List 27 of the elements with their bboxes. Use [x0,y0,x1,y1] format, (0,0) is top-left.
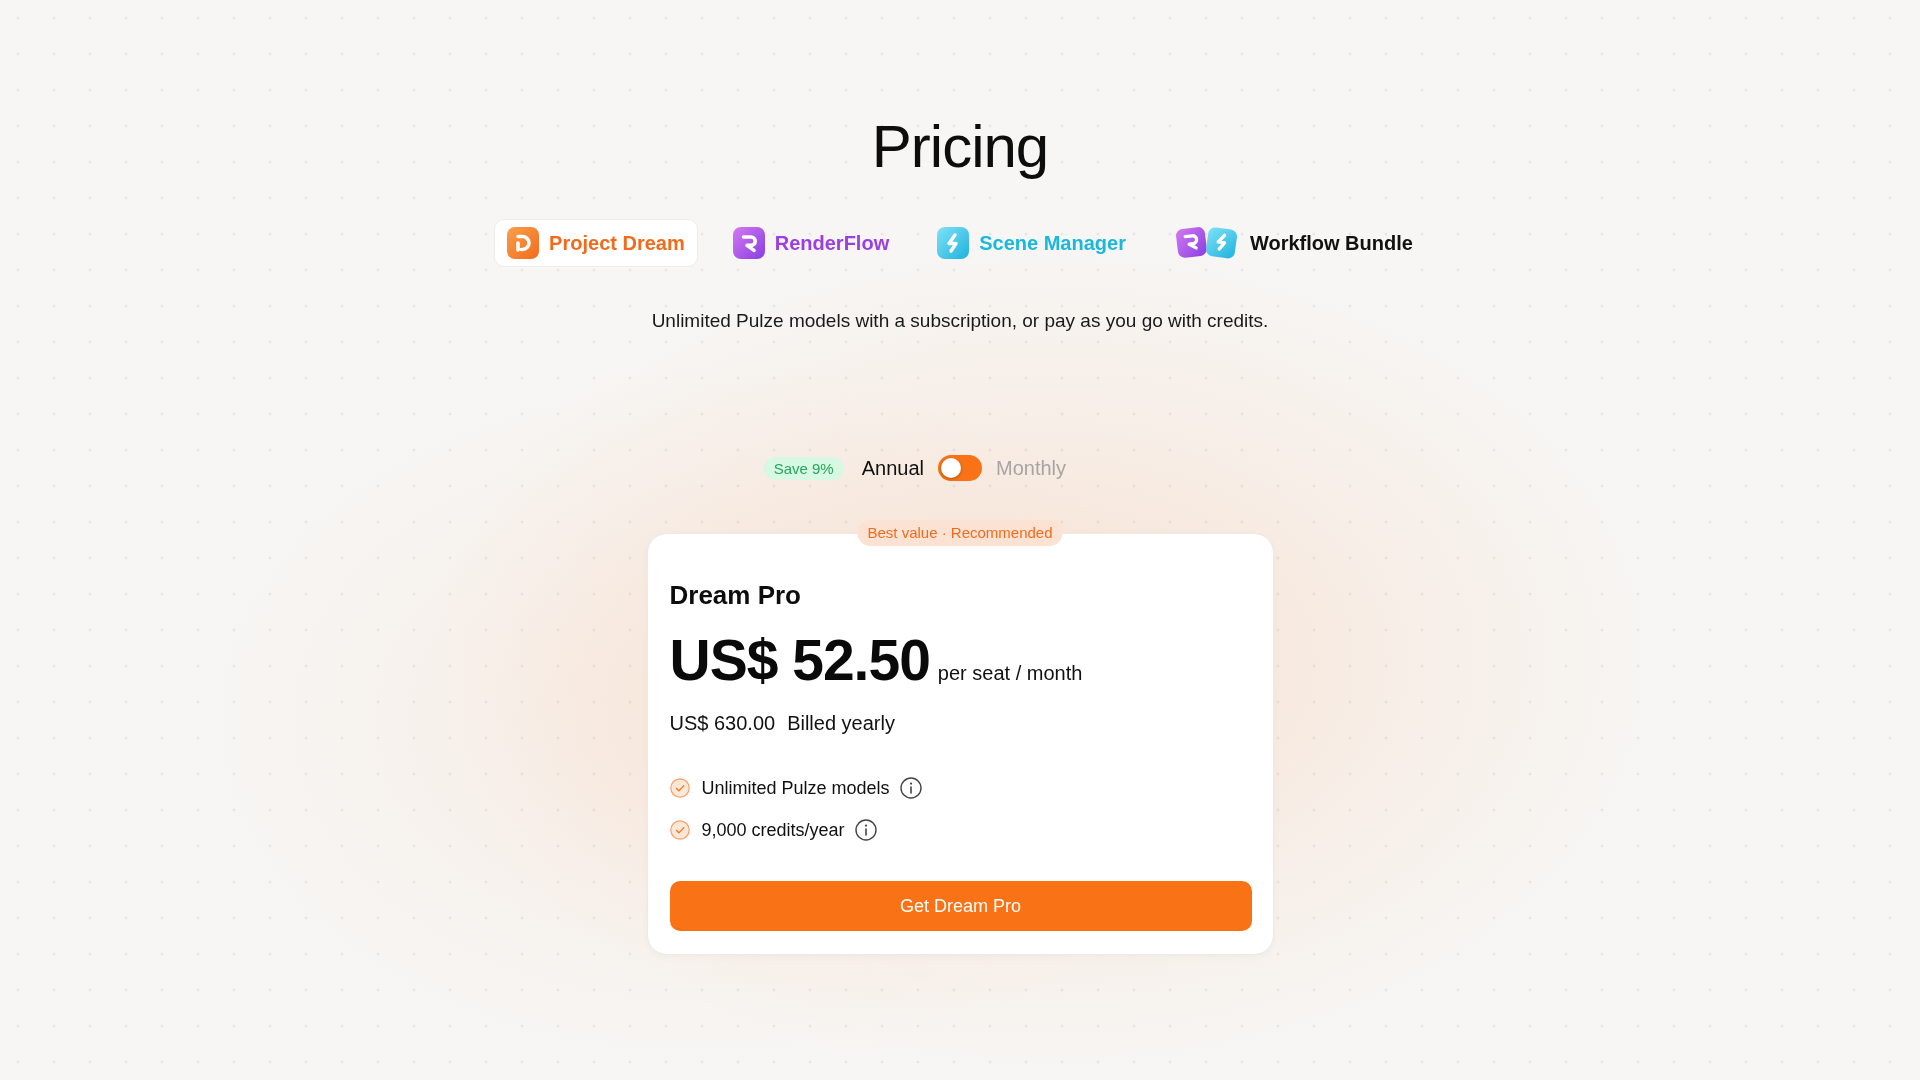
billing-option-label[interactable]: Monthly [996,456,1067,480]
product-tab[interactable]: Workflow Bundle [1160,219,1426,267]
feature-text: 9,000 credits/year [701,819,845,841]
info-icon[interactable] [899,777,922,799]
feature-text: Unlimited Pulze models [701,777,890,799]
billing-note: Billed yearly [787,711,895,736]
r-logo-icon [732,227,765,259]
billing-toggle[interactable] [938,455,982,481]
discount-badge: Save 9% [763,456,844,480]
plan-price: US$ 52.50 [669,630,930,690]
pricing-subtitle: Unlimited Pulze models with a subscription, or pay as you go with credits. [651,309,1269,333]
check-circle-icon [669,778,690,798]
price-unit: per seat / month [937,662,1083,685]
recommended-badge: Best value · Recommended [857,520,1063,546]
product-tab[interactable]: Scene Manager [924,219,1139,267]
two-app-logos-icon [1173,225,1240,261]
product-tab[interactable]: Project Dream [494,219,698,267]
check-circle-icon [669,820,690,840]
d-logo-icon [507,227,540,259]
page-title: Pricing [871,112,1049,182]
purchase-button[interactable]: Get Dream Pro [669,881,1252,931]
lightning-bolt-icon [937,227,970,259]
billing-option-label[interactable]: Annual [861,456,924,480]
yearly-total: US$ 630.00 [669,711,776,736]
product-tab[interactable]: RenderFlow [719,219,903,267]
info-icon[interactable] [854,819,877,841]
plan-name: Dream Pro [669,579,802,611]
